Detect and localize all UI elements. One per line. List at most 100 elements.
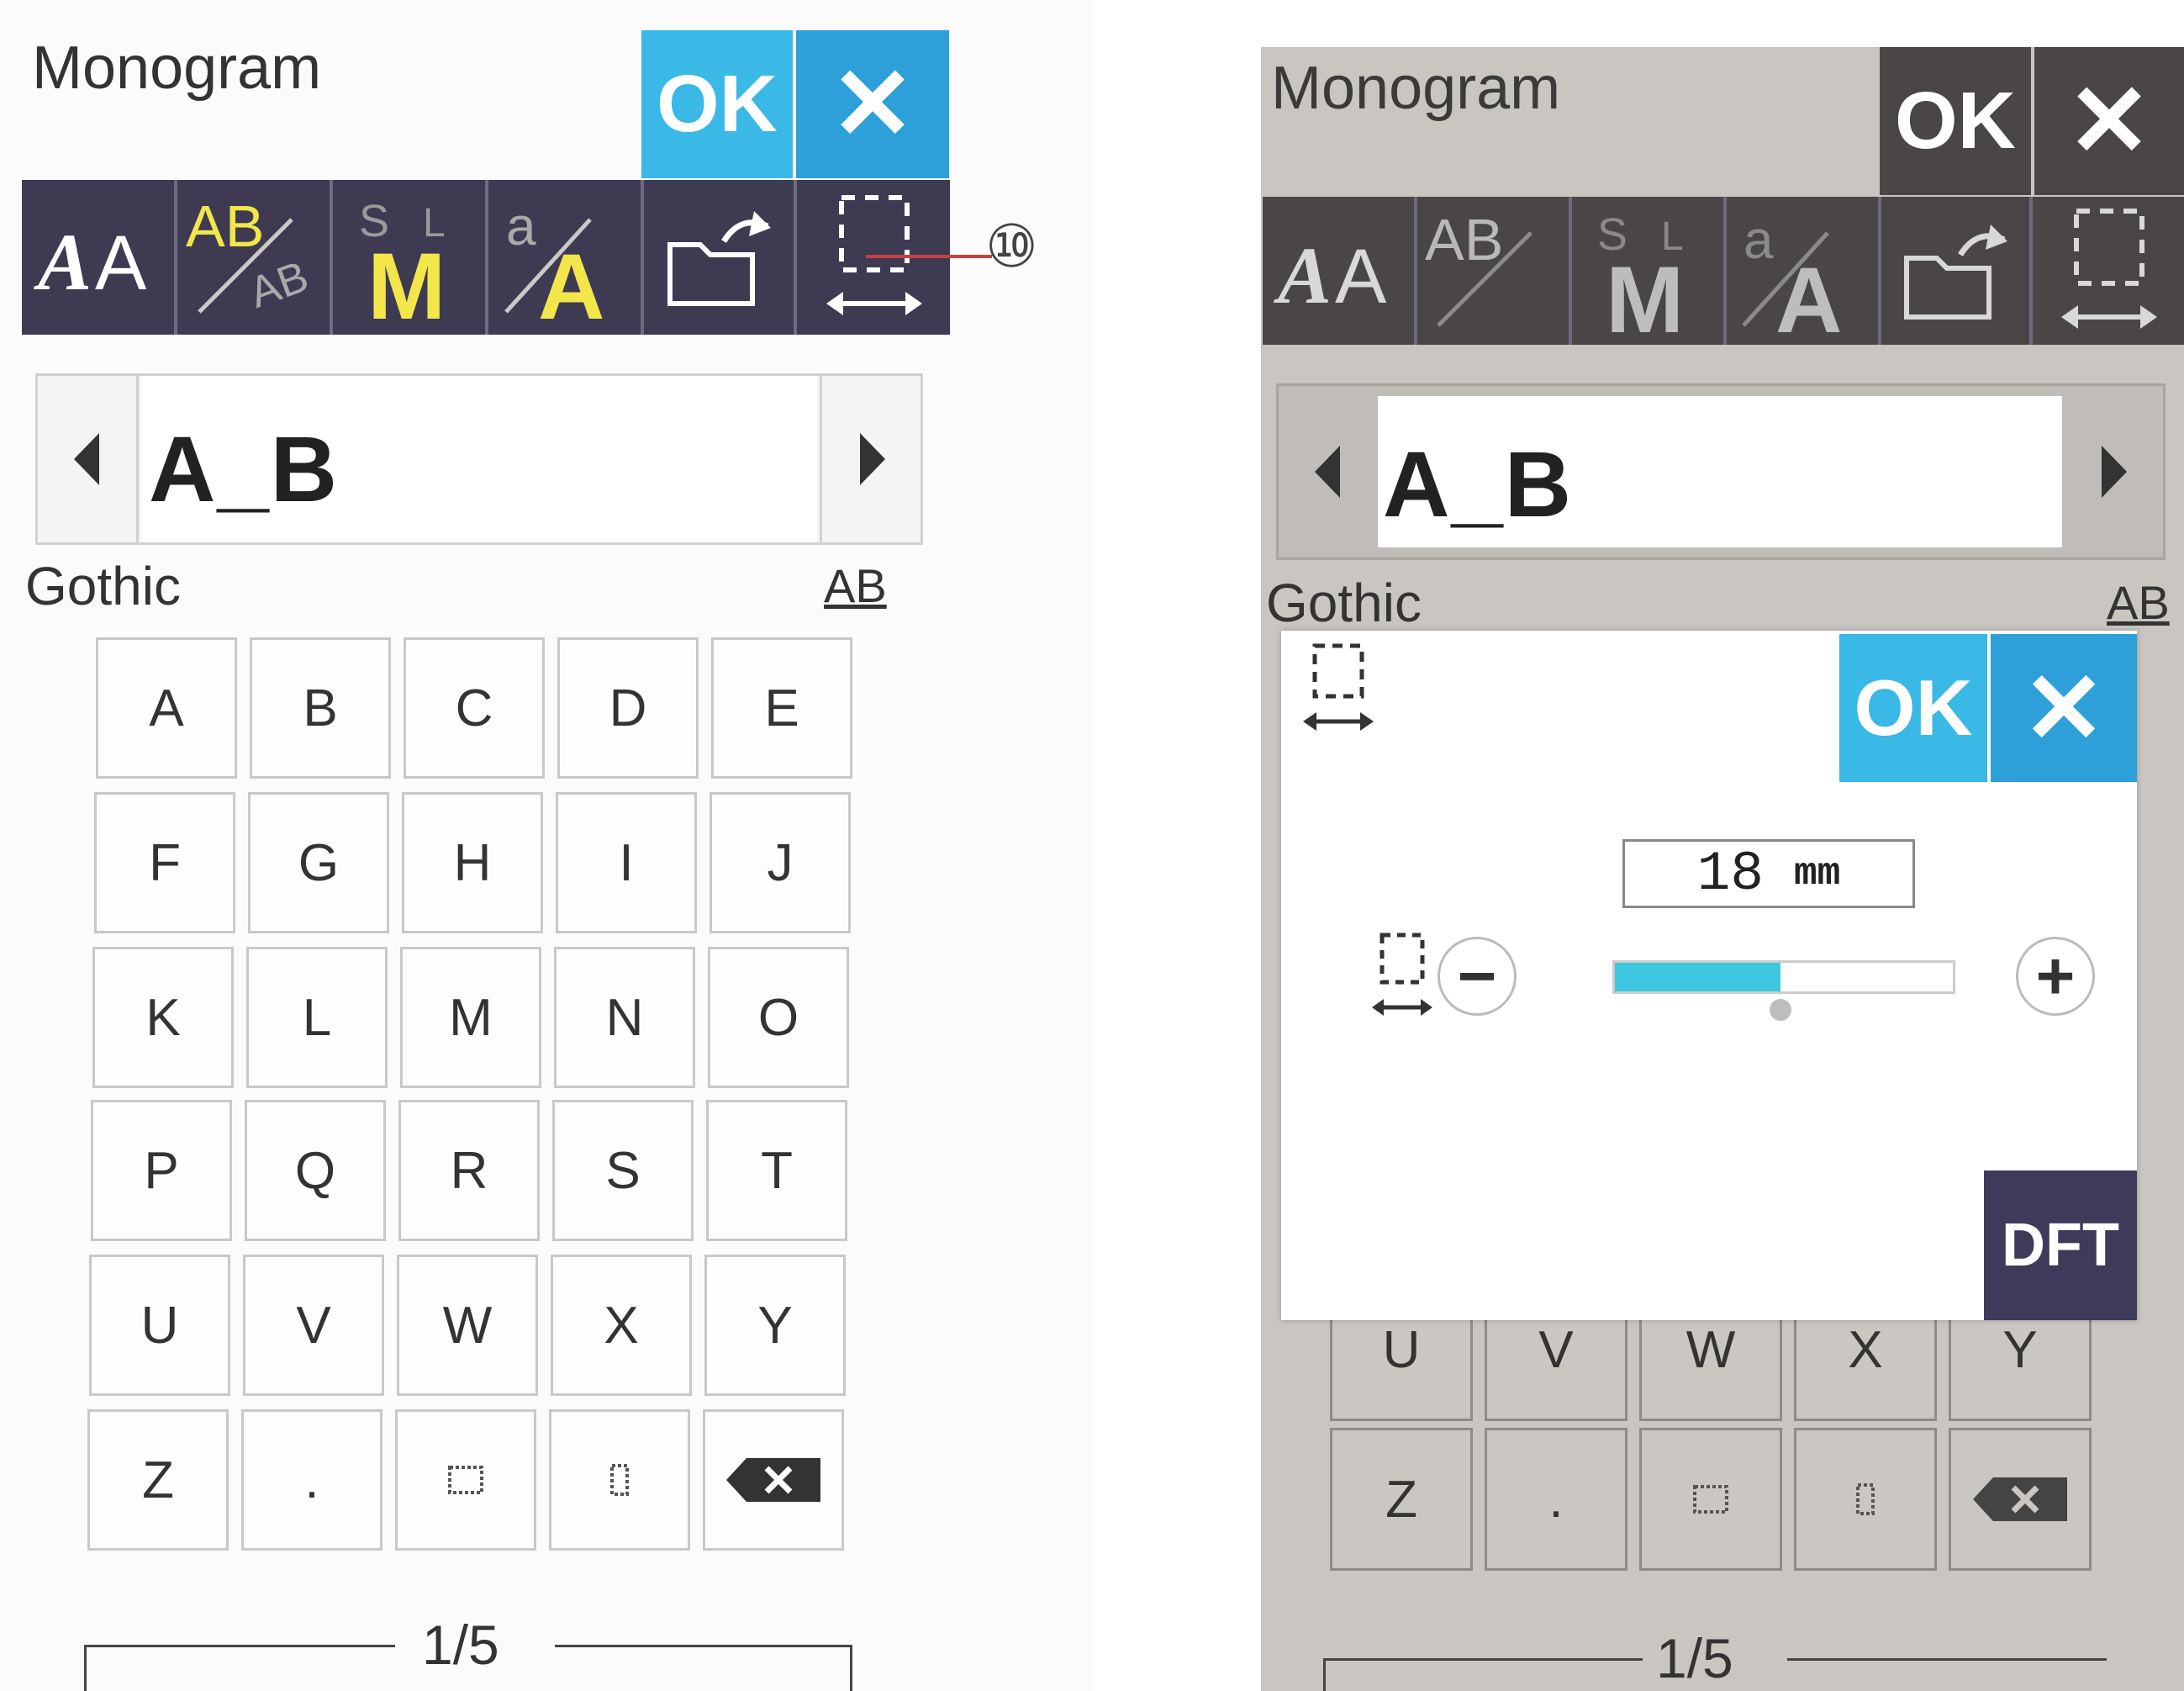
key-a[interactable]: A: [96, 637, 237, 779]
key-narrow-space[interactable]: [1794, 1428, 1937, 1571]
key-h[interactable]: H: [402, 792, 543, 933]
key-b[interactable]: B: [250, 637, 391, 779]
monogram-size-button[interactable]: S L M: [1572, 197, 1727, 345]
key-s[interactable]: S: [552, 1100, 694, 1241]
monogram-size-button[interactable]: S L M: [333, 180, 488, 335]
font-name: Gothic: [1266, 573, 1422, 633]
svg-text:a: a: [506, 196, 536, 256]
page-indicator: 1/5: [1656, 1627, 1733, 1689]
key-g[interactable]: G: [248, 792, 389, 933]
key-d[interactable]: D: [557, 637, 699, 779]
key-c[interactable]: C: [404, 637, 545, 779]
case-toggle-button[interactable]: a A: [488, 180, 644, 335]
scroll-right-button[interactable]: [820, 376, 921, 542]
key-backspace[interactable]: [703, 1409, 844, 1551]
key-period[interactable]: .: [1485, 1428, 1627, 1571]
space-icon: [448, 1466, 483, 1494]
key-m[interactable]: M: [400, 947, 541, 1088]
key-q[interactable]: Q: [245, 1100, 386, 1241]
key-x[interactable]: X: [551, 1255, 692, 1396]
plus-button[interactable]: +: [2016, 937, 2095, 1016]
key-space[interactable]: [1639, 1428, 1782, 1571]
pager-line-right: [555, 1645, 852, 1647]
key-narrow-space[interactable]: [549, 1409, 690, 1551]
key-f[interactable]: F: [94, 792, 235, 933]
key-z[interactable]: Z: [1330, 1428, 1473, 1571]
backspace-icon: [726, 1458, 820, 1502]
slider-thumb[interactable]: [1769, 999, 1791, 1021]
cancel-button[interactable]: ✕: [2034, 47, 2184, 195]
cancel-button[interactable]: ✕: [796, 30, 949, 178]
right-screen: Monogram OK ✕ A A AB S L M a A A_B Gothi…: [1253, 0, 2184, 1691]
svg-text:A: A: [538, 235, 604, 329]
open-file-button[interactable]: [1881, 197, 2033, 345]
pager-tick-right: [850, 1645, 852, 1691]
key-period[interactable]: .: [241, 1409, 382, 1551]
key-i[interactable]: I: [556, 792, 697, 933]
ok-button[interactable]: OK: [641, 30, 793, 178]
pager-line-right: [1787, 1658, 2107, 1661]
arrow-right-icon: [2102, 446, 2127, 498]
svg-text:A: A: [1335, 234, 1387, 320]
ab-button[interactable]: AB: [824, 558, 887, 613]
open-file-button[interactable]: [644, 180, 797, 335]
svg-text:M: M: [367, 234, 446, 329]
pager-line-left: [84, 1645, 395, 1647]
scroll-left-button[interactable]: [38, 376, 139, 542]
minus-button[interactable]: −: [1438, 937, 1517, 1016]
key-l[interactable]: L: [246, 947, 388, 1088]
spacing-small-icon: [1372, 933, 1432, 1016]
svg-text:AB: AB: [243, 252, 314, 318]
key-r[interactable]: R: [398, 1100, 540, 1241]
key-o[interactable]: O: [708, 947, 849, 1088]
scroll-left-button[interactable]: [1279, 386, 1378, 558]
entry-text: A_B: [149, 418, 340, 521]
pager-tick-left: [84, 1645, 87, 1691]
slider-fill: [1615, 963, 1780, 991]
dialog-cancel-button[interactable]: ✕: [1991, 634, 2137, 782]
callout-line: [866, 255, 992, 258]
spacing-dialog: OK ✕ 18 mm − + DFT: [1281, 631, 2137, 1320]
key-u[interactable]: U: [89, 1255, 230, 1396]
spacing-button[interactable]: [2033, 197, 2184, 345]
case-toggle-button[interactable]: a A: [1727, 197, 1881, 345]
open-file-icon: [667, 211, 771, 306]
key-w[interactable]: W: [397, 1255, 538, 1396]
narrow-space-icon: [610, 1464, 629, 1496]
key-p[interactable]: P: [91, 1100, 232, 1241]
scroll-right-button[interactable]: [2064, 386, 2163, 558]
font-style-button[interactable]: A A: [22, 180, 177, 335]
svg-text:AB: AB: [186, 193, 264, 259]
narrow-space-icon: [1856, 1483, 1875, 1515]
default-button[interactable]: DFT: [1984, 1170, 2137, 1320]
letter-case-button[interactable]: AB AB: [177, 180, 333, 335]
key-t[interactable]: T: [706, 1100, 847, 1241]
ab-button[interactable]: AB: [2107, 575, 2170, 630]
toolbar: A A AB AB S L M a A: [22, 180, 950, 335]
key-k[interactable]: K: [92, 947, 234, 1088]
spacing-slider[interactable]: [1612, 960, 1955, 994]
key-j[interactable]: J: [710, 792, 851, 933]
key-z[interactable]: Z: [87, 1409, 229, 1551]
key-e[interactable]: E: [711, 637, 852, 779]
font-style-button[interactable]: A A: [1263, 197, 1417, 345]
key-space[interactable]: [395, 1409, 536, 1551]
letter-case-icon: AB: [1425, 207, 1532, 327]
key-n[interactable]: N: [554, 947, 695, 1088]
spacing-icon: [1303, 643, 1374, 731]
ok-button[interactable]: OK: [1880, 47, 2031, 195]
arrow-left-icon: [73, 433, 99, 485]
letter-case-button[interactable]: AB: [1417, 197, 1572, 345]
lowercase-uppercase-icon: a A: [1742, 209, 1842, 342]
font-style-icon: A A: [34, 217, 147, 307]
pager-line-left: [1323, 1658, 1643, 1661]
letter-case-icon: AB AB: [186, 193, 314, 318]
key-y[interactable]: Y: [704, 1255, 846, 1396]
open-file-icon: [1904, 225, 2007, 320]
value-text: 18: [1696, 842, 1764, 906]
monogram-size-icon: S L M: [1597, 209, 1684, 342]
key-backspace[interactable]: [1949, 1428, 2092, 1571]
key-v[interactable]: V: [243, 1255, 384, 1396]
font-style-icon: A A: [1274, 230, 1387, 320]
dialog-ok-button[interactable]: OK: [1839, 634, 1987, 782]
